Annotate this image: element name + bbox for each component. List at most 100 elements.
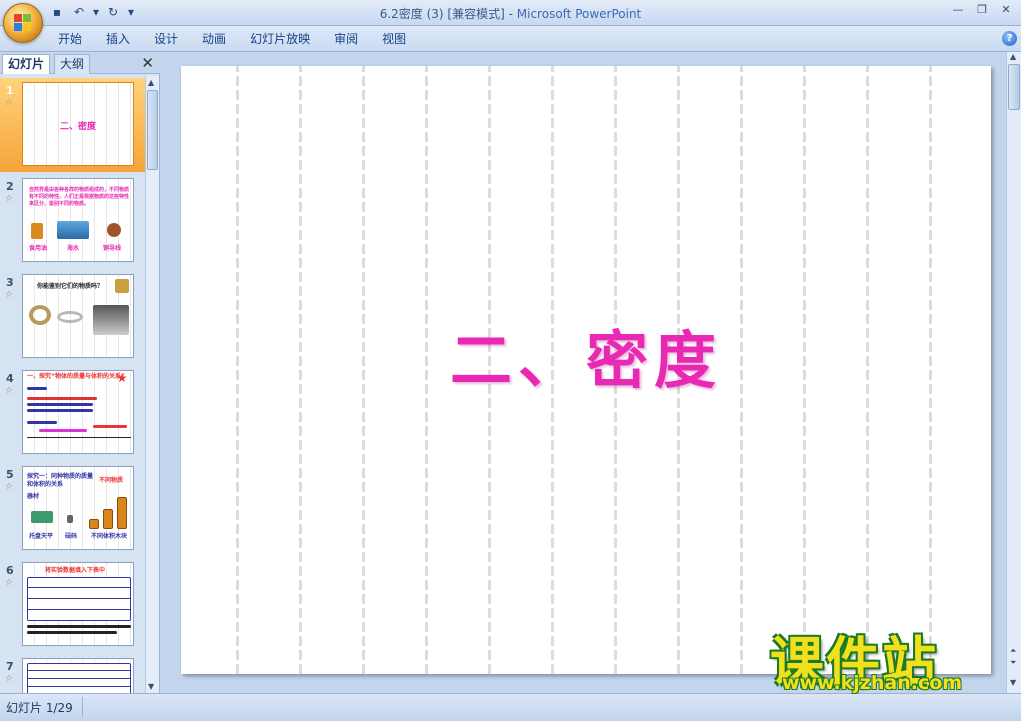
ribbon: 开始 插入 设计 动画 幻灯片放映 审阅 视图 ? bbox=[0, 26, 1021, 52]
watermark: 课件站 www.kjzhan.com bbox=[770, 618, 1010, 698]
status-separator bbox=[82, 697, 83, 717]
editor-scrollbar[interactable]: ▲ ⏶ ⏷ ▼ bbox=[1006, 52, 1021, 693]
text-line bbox=[39, 429, 87, 432]
thumb-note: 不同物质 bbox=[99, 477, 124, 484]
thumb-label: 铜导线 bbox=[103, 245, 122, 252]
animation-star-icon: ☆ bbox=[5, 290, 14, 300]
previous-slide-icon[interactable]: ⏶ bbox=[1010, 646, 1016, 656]
slide-number: 4 bbox=[6, 372, 14, 385]
tab-design[interactable]: 设计 bbox=[142, 31, 190, 47]
slide-thumbnail-4[interactable]: 4 ☆ 一、探究“物体的质量与体积的关系” bbox=[0, 366, 145, 460]
slide-preview: 将实验数据填入下表中 bbox=[22, 562, 134, 646]
thumb-label: 器材 bbox=[27, 493, 40, 500]
text-line bbox=[27, 403, 93, 406]
slide-thumbnail-3[interactable]: 3 ☆ 你能鉴别它们的物质吗？ bbox=[0, 270, 145, 364]
animation-star-icon: ☆ bbox=[5, 482, 14, 492]
text-line bbox=[27, 387, 47, 390]
jewelry-image bbox=[93, 305, 129, 335]
block-image bbox=[89, 519, 99, 529]
slide-preview: 自然界是由各种各样的物质组成的，不同物质有不同的特性，人们正是根据物质的这些特性… bbox=[22, 178, 134, 262]
slide-thumbnail-1[interactable]: 1 ☆ 二、密度 bbox=[0, 78, 145, 172]
tab-slides[interactable]: 幻灯片 bbox=[2, 54, 51, 74]
text-line bbox=[27, 625, 131, 628]
slide-thumbnail-list: 1 ☆ 二、密度 2 ☆ 自然界是由各种各样的物质组成的，不同物质有不同的特性，… bbox=[0, 76, 145, 693]
thumb-heading: 将实验数据填入下表中 bbox=[45, 567, 106, 574]
ring-image bbox=[57, 311, 83, 323]
tab-slideshow[interactable]: 幻灯片放映 bbox=[238, 31, 322, 47]
close-panel-icon[interactable]: ✕ bbox=[141, 54, 154, 72]
current-slide[interactable]: 二、密度 bbox=[181, 66, 991, 674]
slide-editor: 二、密度 bbox=[161, 52, 1006, 693]
window-controls: — ❐ ✕ bbox=[947, 2, 1017, 18]
panel-tabs: 幻灯片 大纲 ✕ bbox=[0, 52, 160, 74]
tab-animations[interactable]: 动画 bbox=[190, 31, 238, 47]
slide-title[interactable]: 二、密度 bbox=[181, 310, 991, 400]
thumb-text: 自然界是由各种各样的物质组成的，不同物质有不同的特性，人们正是根据物质的这些特性… bbox=[29, 187, 130, 207]
slide-number: 6 bbox=[6, 564, 14, 577]
thumb-label: 食用油 bbox=[29, 245, 48, 252]
thumb-heading: 一、探究“物体的质量与体积的关系” bbox=[27, 373, 125, 380]
slide-preview: 探究一：同种物质的质量和体积的关系 不同物质 器材 托盘天平 砝码 不同体积木块 bbox=[22, 466, 134, 550]
thumb-title: 二、密度 bbox=[59, 122, 96, 132]
tab-view[interactable]: 视图 bbox=[370, 31, 418, 47]
slide-thumbnail-5[interactable]: 5 ☆ 探究一：同种物质的质量和体积的关系 不同物质 器材 托盘天平 砝码 不同… bbox=[0, 462, 145, 556]
data-table bbox=[27, 663, 131, 693]
window-title: 6.2密度 (3) [兼容模式] - Microsoft PowerPoint bbox=[0, 5, 1021, 22]
character-image bbox=[115, 279, 129, 293]
weight-image bbox=[67, 515, 73, 523]
panel-scrollbar[interactable]: ▲ ▼ bbox=[145, 76, 159, 693]
slide-preview bbox=[22, 658, 134, 693]
slide-number: 1 bbox=[6, 84, 14, 97]
text-line bbox=[27, 397, 97, 400]
divider-line bbox=[27, 437, 131, 438]
slide-counter: 幻灯片 1/29 bbox=[6, 701, 73, 715]
data-table bbox=[27, 577, 131, 621]
oil-image bbox=[31, 223, 43, 239]
ring-image bbox=[29, 305, 51, 325]
thumb-label: 不同体积木块 bbox=[91, 533, 128, 540]
slide-thumbnail-2[interactable]: 2 ☆ 自然界是由各种各样的物质组成的，不同物质有不同的特性，人们正是根据物质的… bbox=[0, 174, 145, 268]
slide-preview: 一、探究“物体的质量与体积的关系” bbox=[22, 370, 134, 454]
thumb-label: 海水 bbox=[67, 245, 80, 252]
animation-star-icon: ☆ bbox=[5, 674, 14, 684]
tab-review[interactable]: 审阅 bbox=[322, 31, 370, 47]
slide-thumbnail-7[interactable]: 7 ☆ bbox=[0, 654, 145, 693]
tab-outline[interactable]: 大纲 bbox=[54, 54, 91, 74]
maximize-icon[interactable]: ❐ bbox=[971, 2, 993, 18]
slides-panel: 幻灯片 大纲 ✕ 1 ☆ 二、密度 2 ☆ 自然界是由各种各样的物质组成的，不同… bbox=[0, 52, 160, 693]
tab-home[interactable]: 开始 bbox=[46, 31, 94, 47]
next-slide-icon[interactable]: ⏷ bbox=[1010, 658, 1016, 668]
thumb-label: 砝码 bbox=[65, 533, 78, 540]
animation-star-icon: ☆ bbox=[5, 386, 14, 396]
help-icon[interactable]: ? bbox=[1002, 31, 1017, 46]
slide-thumbnail-6[interactable]: 6 ☆ 将实验数据填入下表中 bbox=[0, 558, 145, 652]
scroll-up-icon[interactable]: ▲ bbox=[148, 78, 154, 87]
balance-image bbox=[31, 511, 53, 523]
close-icon[interactable]: ✕ bbox=[995, 2, 1017, 18]
slide-preview: 你能鉴别它们的物质吗？ bbox=[22, 274, 134, 358]
slide-number: 7 bbox=[6, 660, 14, 673]
text-line bbox=[93, 425, 127, 428]
animation-star-icon: ☆ bbox=[5, 194, 14, 204]
app-name: Microsoft PowerPoint bbox=[516, 7, 642, 21]
block-image bbox=[117, 497, 127, 529]
slide-preview: 二、密度 bbox=[22, 82, 134, 166]
slide-number: 3 bbox=[6, 276, 14, 289]
scroll-thumb[interactable] bbox=[147, 90, 158, 170]
title-bar: ▪ ↶ ▾ ↻ ▾ 6.2密度 (3) [兼容模式] - Microsoft P… bbox=[0, 0, 1021, 43]
scroll-down-icon[interactable]: ▼ bbox=[1010, 678, 1016, 687]
scroll-up-icon[interactable]: ▲ bbox=[1010, 52, 1016, 61]
minimize-icon[interactable]: — bbox=[947, 2, 969, 18]
wire-image bbox=[107, 223, 121, 237]
scroll-down-icon[interactable]: ▼ bbox=[148, 682, 154, 691]
sea-image bbox=[57, 221, 89, 239]
office-button[interactable] bbox=[3, 3, 43, 43]
text-line bbox=[27, 631, 117, 634]
slide-number: 5 bbox=[6, 468, 14, 481]
watermark-url: www.kjzhan.com bbox=[782, 672, 963, 694]
thumb-label: 托盘天平 bbox=[29, 533, 54, 540]
scroll-thumb[interactable] bbox=[1008, 64, 1020, 110]
ribbon-tabs: 开始 插入 设计 动画 幻灯片放映 审阅 视图 bbox=[46, 31, 418, 47]
tab-insert[interactable]: 插入 bbox=[94, 31, 142, 47]
animation-star-icon: ☆ bbox=[5, 578, 14, 588]
